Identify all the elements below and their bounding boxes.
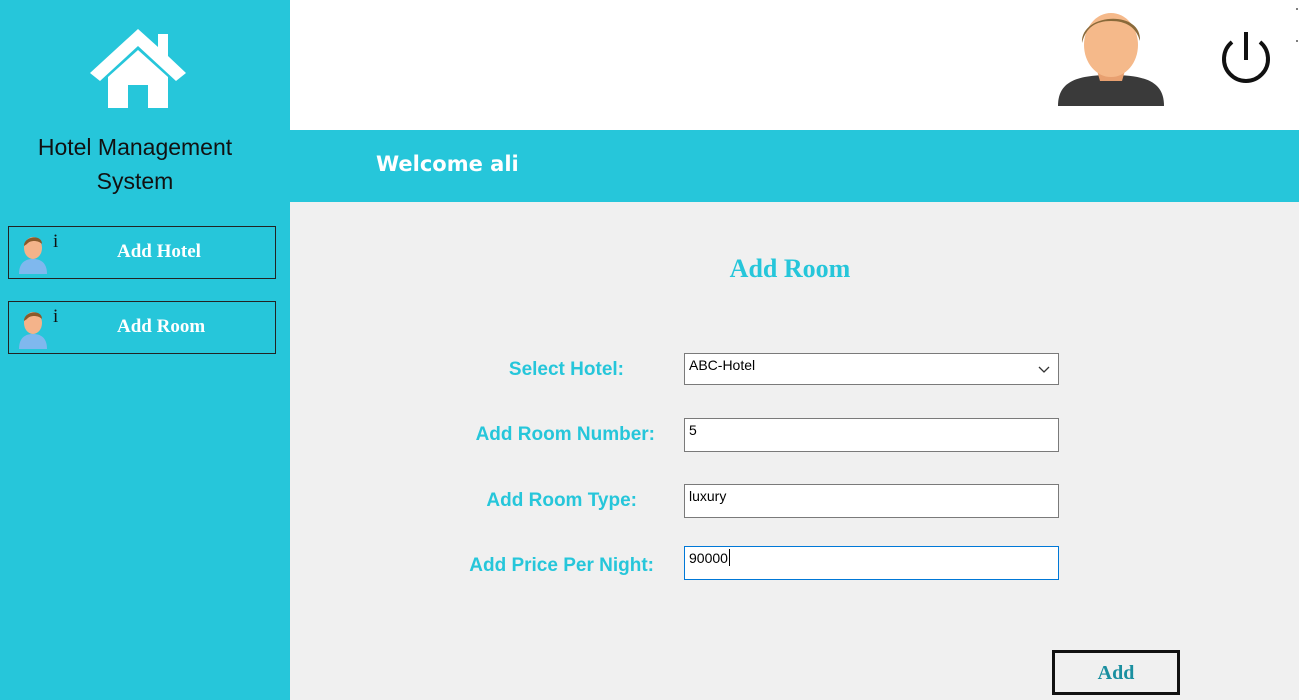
room-number-label: Add Room Number:: [475, 424, 655, 445]
price-per-night-input[interactable]: 90000: [684, 546, 1059, 580]
select-hotel-dropdown[interactable]: ABC-Hotel: [684, 353, 1059, 385]
edge-marks: [1296, 8, 1298, 42]
app-title-line1: Hotel Management: [37, 134, 233, 160]
user-avatar-icon: [1058, 13, 1164, 106]
price-per-night-value: 90000: [689, 550, 728, 566]
welcome-bar: Welcome ali: [290, 130, 1299, 202]
sidebar: Hotel Management System i Add Hotel i Ad…: [0, 0, 290, 700]
sidebar-item-add-hotel[interactable]: i Add Hotel: [8, 226, 276, 279]
select-hotel-label: Select Hotel:: [508, 359, 624, 380]
power-icon[interactable]: [1212, 30, 1280, 88]
room-type-label: Add Room Type:: [486, 490, 637, 511]
form-title: Add Room: [729, 254, 851, 283]
room-number-input[interactable]: 5: [684, 418, 1059, 452]
price-per-night-label: Add Price Per Night:: [469, 555, 654, 576]
room-type-value: luxury: [689, 488, 727, 504]
text-caret: [728, 549, 730, 566]
room-type-input[interactable]: luxury: [684, 484, 1059, 518]
welcome-text: Welcome ali: [376, 152, 519, 176]
app-title: Hotel Management System: [0, 130, 270, 198]
user-info-icon: [19, 237, 47, 274]
sidebar-item-add-room[interactable]: i Add Room: [8, 301, 276, 354]
info-glyph: i: [53, 231, 59, 252]
sidebar-item-label: Add Room: [117, 316, 206, 337]
add-button[interactable]: Add: [1052, 650, 1180, 695]
home-icon: [90, 29, 186, 108]
select-hotel-value: ABC-Hotel: [689, 357, 756, 373]
user-info-icon: [19, 312, 47, 349]
app-title-line2: System: [96, 168, 174, 194]
room-number-value: 5: [689, 422, 697, 438]
info-glyph: i: [53, 306, 59, 327]
sidebar-item-label: Add Hotel: [117, 241, 201, 262]
chevron-down-icon: [1038, 366, 1050, 373]
